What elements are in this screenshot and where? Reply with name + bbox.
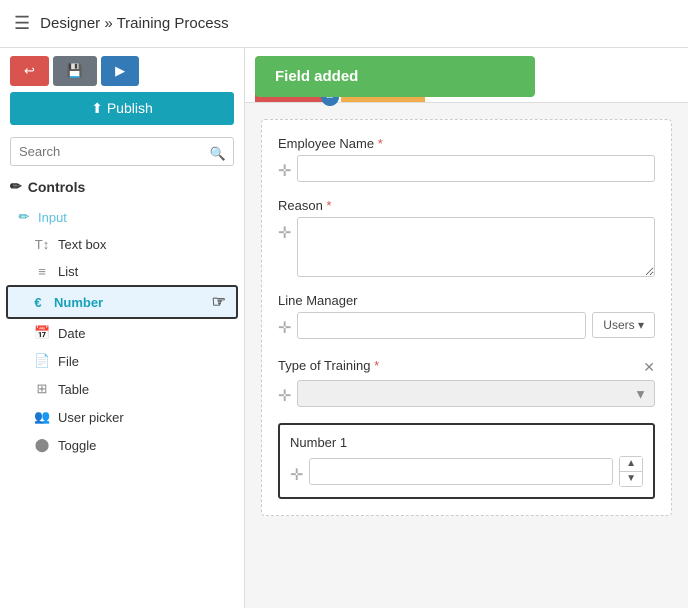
control-item-table[interactable]: ⊞ Table	[0, 375, 244, 403]
tab-bar: Field added TrainingRequest ✏ TrainingAp…	[245, 48, 688, 103]
menu-icon[interactable]: ☰	[14, 13, 30, 34]
userpicker-label: User picker	[58, 410, 124, 425]
type-of-training-field: Type of Training * ✕ ✛ ▼	[278, 355, 655, 407]
publish-label: ⬆ Publish	[91, 100, 153, 117]
number1-label: Number 1	[290, 435, 643, 450]
controls-icon: ✏	[10, 178, 22, 195]
controls-heading: ✏ Controls	[0, 174, 244, 203]
reason-row: ✛	[278, 217, 655, 277]
employee-name-field: Employee Name * ✛	[278, 136, 655, 182]
control-item-list[interactable]: ≡ List	[0, 258, 244, 285]
date-icon: 📅	[34, 325, 50, 341]
table-label: Table	[58, 382, 89, 397]
cursor-icon: ☞	[212, 292, 226, 312]
sidebar: ↩ 💾 ▶ ⬆ Publish 🔍 ✏ Controls ✏ Input T↕	[0, 48, 245, 608]
spinner-up[interactable]: ▲	[620, 457, 642, 472]
date-label: Date	[58, 326, 85, 341]
table-icon: ⊞	[34, 381, 50, 397]
type-of-training-drag[interactable]: ✛	[278, 386, 291, 406]
control-item-date[interactable]: 📅 Date	[0, 319, 244, 347]
number1-input[interactable]	[309, 458, 613, 485]
publish-button[interactable]: ⬆ Publish	[10, 92, 234, 125]
input-section: ✏ Input T↕ Text box ≡ List € Number ☞ 📅	[0, 203, 244, 463]
input-section-title[interactable]: ✏ Input	[0, 203, 244, 231]
number-spinner: ▲ ▼	[619, 456, 643, 487]
line-manager-input[interactable]	[297, 312, 586, 339]
employee-name-drag[interactable]: ✛	[278, 161, 291, 181]
spinner-down[interactable]: ▼	[620, 472, 642, 486]
form-card: Employee Name * ✛ Reason * ✛	[261, 119, 672, 516]
line-manager-row: ✛ Users ▾	[278, 312, 655, 339]
type-of-training-select[interactable]	[297, 380, 655, 407]
type-of-training-select-wrapper: ▼	[297, 380, 655, 407]
input-icon: ✏	[16, 209, 32, 225]
line-manager-field: Line Manager ✛ Users ▾	[278, 293, 655, 339]
toggle-label: Toggle	[58, 438, 96, 453]
form-area: Employee Name * ✛ Reason * ✛	[245, 103, 688, 608]
line-manager-label: Line Manager	[278, 293, 655, 308]
control-item-userpicker[interactable]: 👥 User picker	[0, 403, 244, 431]
number1-field: Number 1 ✛ ▲ ▼	[278, 423, 655, 499]
employee-name-label: Employee Name *	[278, 136, 655, 151]
employee-name-row: ✛	[278, 155, 655, 182]
type-of-training-row: ✛ ▼	[278, 380, 655, 407]
reason-drag[interactable]: ✛	[278, 223, 291, 243]
search-input[interactable]	[10, 137, 234, 166]
notification-banner: Field added	[255, 56, 535, 97]
search-row: 🔍	[0, 133, 244, 174]
breadcrumb: Designer » Training Process	[40, 15, 228, 32]
main-content: Field added TrainingRequest ✏ TrainingAp…	[245, 48, 688, 608]
list-icon: ≡	[34, 264, 50, 279]
controls-label: Controls	[28, 179, 86, 195]
reason-required: *	[326, 198, 331, 213]
number-icon: €	[30, 295, 46, 310]
back-button[interactable]: ↩	[10, 56, 49, 86]
type-of-training-required: *	[374, 358, 379, 373]
line-manager-drag[interactable]: ✛	[278, 318, 291, 338]
users-dropdown-button[interactable]: Users ▾	[592, 312, 655, 338]
number1-drag[interactable]: ✛	[290, 465, 303, 485]
file-icon: 📄	[34, 353, 50, 369]
toggle-icon: ⬤	[34, 437, 50, 453]
control-item-toggle[interactable]: ⬤ Toggle	[0, 431, 244, 459]
list-label: List	[58, 264, 78, 279]
control-item-textbox[interactable]: T↕ Text box	[0, 231, 244, 258]
control-item-number[interactable]: € Number ☞	[6, 285, 238, 319]
userpicker-icon: 👥	[34, 409, 50, 425]
number1-row: ✛ ▲ ▼	[290, 456, 643, 487]
textbox-label: Text box	[58, 237, 106, 252]
reason-textarea[interactable]	[297, 217, 655, 277]
file-label: File	[58, 354, 79, 369]
type-of-training-close[interactable]: ✕	[643, 359, 655, 376]
textbox-icon: T↕	[34, 237, 50, 252]
reason-field: Reason * ✛	[278, 198, 655, 277]
notification-message: Field added	[275, 68, 358, 85]
save-button[interactable]: 💾	[53, 56, 97, 86]
control-item-file[interactable]: 📄 File	[0, 347, 244, 375]
input-label: Input	[38, 210, 67, 225]
type-of-training-label: Type of Training *	[278, 358, 379, 373]
employee-name-input[interactable]	[297, 155, 655, 182]
number-label: Number	[54, 295, 103, 310]
employee-name-required: *	[378, 136, 383, 151]
search-icon: 🔍	[210, 146, 226, 162]
reason-label: Reason *	[278, 198, 655, 213]
play-button[interactable]: ▶	[101, 56, 139, 86]
top-bar: ☰ Designer » Training Process	[0, 0, 688, 48]
sidebar-toolbar: ↩ 💾 ▶	[0, 48, 244, 92]
